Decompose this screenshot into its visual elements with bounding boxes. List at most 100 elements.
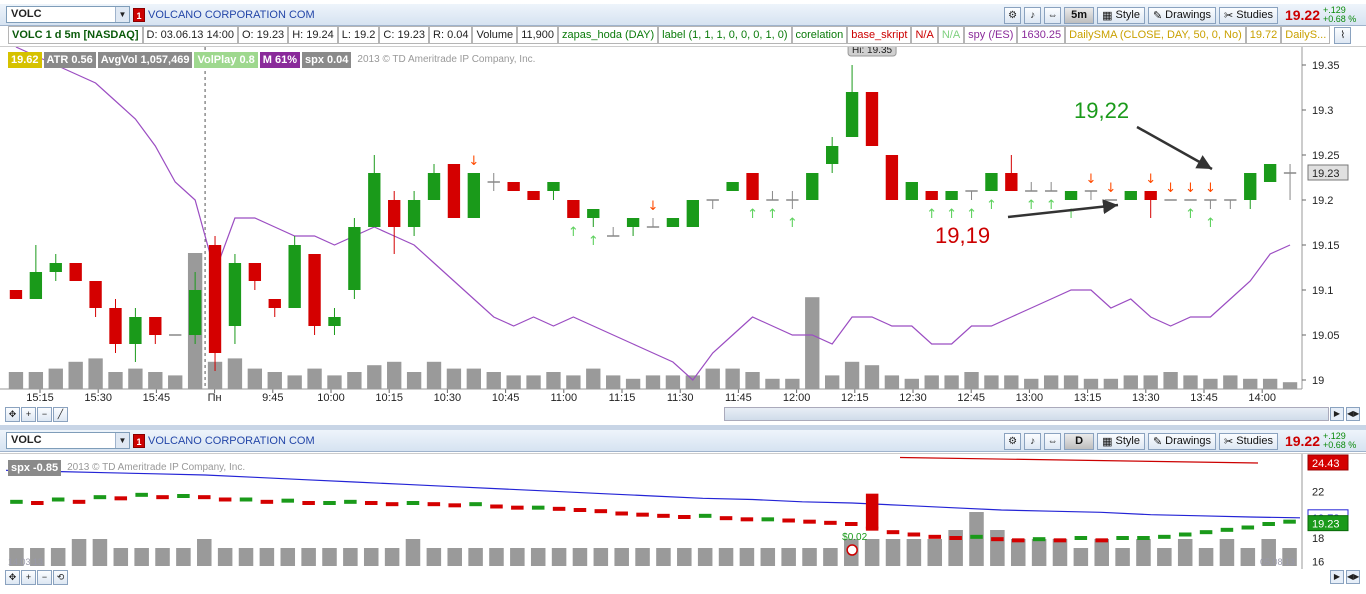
symbol-dropdown-icon[interactable]: ▼ [115, 7, 129, 22]
study-base-skript[interactable]: base_skript [847, 26, 912, 44]
lower-link-badge[interactable]: 1 [133, 433, 145, 448]
volume-bar [1282, 382, 1298, 389]
lower-volume-bar [781, 548, 796, 566]
study-dailysma[interactable]: DailySMA (CLOSE, DAY, 50, 0, No) [1065, 26, 1246, 44]
candle-body [885, 155, 899, 200]
annotation-green: 19,22 [1074, 98, 1130, 123]
lower-candle [803, 519, 816, 524]
zoom-out-icon[interactable]: − [37, 406, 52, 422]
buy-arrow-icon: ↑ [986, 198, 997, 213]
pan-icon[interactable]: ✥ [5, 406, 20, 422]
lower-expand-icon[interactable]: ⇔ [1044, 432, 1062, 450]
scroll-right-icon[interactable]: ▶ [1330, 407, 1344, 421]
buy-arrow-icon: ↑ [747, 207, 758, 222]
lower-volume-bar [656, 548, 671, 566]
lower-volume-bar [1031, 539, 1047, 566]
lower-volume-bar [1052, 539, 1068, 566]
info-volume-label[interactable]: Volume [472, 26, 518, 44]
time-tick-label: 15:45 [143, 392, 171, 404]
lower-volume-bar [384, 548, 400, 566]
lower-period-button[interactable]: D [1064, 432, 1095, 450]
lower-price-tick-label: 16 [1312, 556, 1324, 568]
study-zapas[interactable]: zapas_hoda (DAY) [558, 26, 659, 44]
volume-bar [68, 361, 83, 389]
last-price: 19.22 [1284, 7, 1320, 23]
study-spy[interactable]: spy (/ES) [964, 26, 1018, 44]
volume-bar [924, 375, 939, 389]
lower-candle [761, 517, 775, 522]
lower-symbol-dropdown-icon[interactable]: ▼ [115, 433, 129, 448]
annotation-red: 19,19 [935, 223, 991, 248]
speaker-icon[interactable]: ♪ [1024, 6, 1042, 24]
lower-volume-bar [92, 539, 108, 566]
info-range: R: 0.04 [429, 26, 473, 44]
volume-bar [1103, 378, 1119, 389]
info-high: H: 19.24 [288, 26, 338, 44]
draw-line-icon[interactable]: ╱ [53, 406, 68, 422]
study-dailys2[interactable]: DailyS... [1281, 26, 1331, 44]
candle-body [587, 209, 600, 218]
volume-bar [1063, 375, 1079, 389]
lower-price-tick-label: 18 [1312, 533, 1324, 545]
lower-volume-bar [906, 539, 922, 566]
lower-volume-bar [802, 548, 817, 566]
info-date: D: 03.06.13 14:00 [142, 26, 238, 44]
lower-studies-button[interactable]: ✂ Studies [1219, 432, 1278, 450]
lower-candle [10, 499, 23, 504]
lower-candle [719, 516, 733, 521]
candle-body [527, 191, 540, 200]
candle-body [985, 173, 998, 191]
symbol-input[interactable]: VOLC ▼ [6, 6, 130, 23]
candle-body [626, 218, 640, 227]
studies-button[interactable]: ✂ Studies [1219, 6, 1278, 24]
expand-icon[interactable]: ⇔ [1044, 6, 1062, 24]
lower-candle [1158, 534, 1171, 539]
scroll-fit-icon[interactable]: ◀▶ [1346, 407, 1360, 421]
volume-bar [1083, 378, 1099, 389]
upper-scrollbar[interactable] [724, 407, 1329, 421]
buy-arrow-icon: ↑ [787, 216, 798, 231]
candle-body [268, 299, 281, 308]
period-button[interactable]: 5m [1064, 6, 1095, 24]
lower-scroll-right-icon[interactable]: ▶ [1330, 570, 1344, 584]
link-group-badge[interactable]: 1 [133, 7, 145, 22]
lower-candle [1074, 536, 1088, 540]
annotation-arrow-green [1136, 125, 1213, 171]
drawings-button[interactable]: ✎ Drawings [1147, 6, 1217, 24]
volume-bar [48, 368, 63, 389]
volume-bar [1163, 372, 1178, 389]
study-label[interactable]: label (1, 1, 1, 0, 0, 0, 1, 0) [658, 26, 792, 44]
lower-zoom-out-icon[interactable]: − [37, 569, 52, 585]
lower-wrench-icon[interactable]: ⚙ [1004, 432, 1022, 450]
lower-change-pct: +0.68 % [1323, 440, 1357, 450]
lower-volume-bar [447, 548, 462, 566]
lower-pan-icon[interactable]: ✥ [5, 569, 20, 585]
lower-drawings-button[interactable]: ✎ Drawings [1147, 432, 1217, 450]
lower-reset-icon[interactable]: ⟲ [53, 569, 68, 585]
upper-price-tick-label: 19.15 [1312, 240, 1340, 252]
lower-pencil-icon: ✎ [1152, 435, 1163, 448]
lower-left-date: 14.03.13 [8, 557, 43, 567]
upper-chart-svg[interactable]: 19.35 19.3 19.25 19.2 19.15 19.1 19.05 19 ↓ ↓ ↓ ↓ ↓ ↓… [0, 47, 1366, 407]
style-button[interactable]: ▦ Style [1097, 6, 1145, 24]
lower-style-button[interactable]: ▦ Style [1097, 432, 1145, 450]
lower-symbol-input[interactable]: VOLC ▼ [6, 432, 130, 449]
lower-volume-bar [301, 548, 316, 566]
lower-zoom-in-icon[interactable]: + [21, 569, 36, 585]
volume-bar [566, 375, 581, 389]
upper-chart[interactable]: 19.35 19.3 19.25 19.2 19.15 19.1 19.05 19 ↓ ↓ ↓ ↓ ↓ ↓… [0, 46, 1366, 406]
lower-tag-green-label: 19.23 [1312, 519, 1340, 531]
lower-sma-blue-line [5, 469, 1301, 519]
volume-bar [148, 372, 163, 389]
wrench-icon[interactable]: ⚙ [1004, 6, 1022, 24]
study-corelation[interactable]: corelation [791, 26, 848, 44]
lower-symbol-value: VOLC [11, 434, 42, 446]
time-tick-label: 12:00 [783, 392, 811, 404]
company-name: VOLCANO CORPORATION COM [148, 8, 315, 21]
chart-settings-icon[interactable]: ⌇ [1334, 26, 1352, 44]
volume-bar [387, 361, 402, 389]
lower-speaker-icon[interactable]: ♪ [1024, 432, 1042, 450]
zoom-in-icon[interactable]: + [21, 406, 36, 422]
lower-scroll-fit-icon[interactable]: ◀▶ [1346, 570, 1360, 584]
lower-candle [782, 518, 795, 523]
